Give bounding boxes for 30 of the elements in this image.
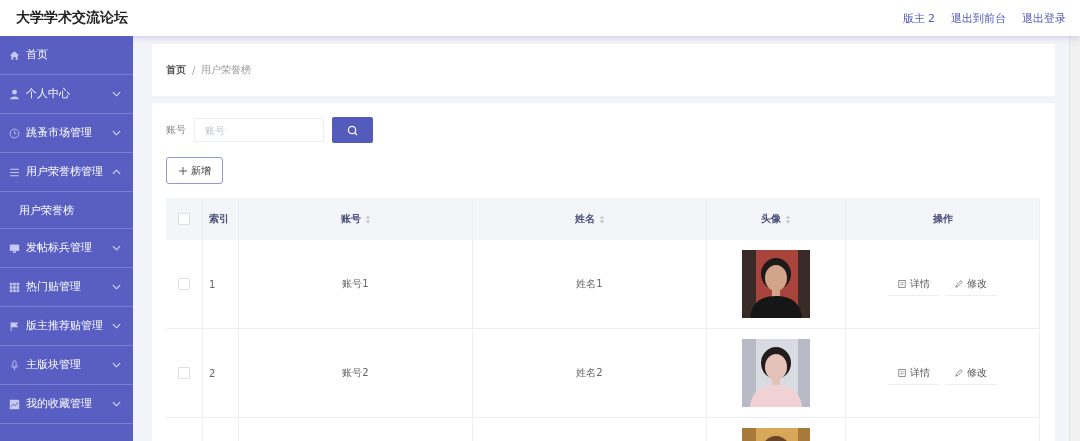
header-link[interactable]: 退出到前台 xyxy=(951,10,1006,26)
header-link[interactable]: 版主 2 xyxy=(902,10,935,26)
table-cell: 2 xyxy=(209,367,216,379)
sidebar-item[interactable]: 版主推荐贴管理 xyxy=(0,307,133,346)
sidebar-item[interactable]: 跳蚤市场管理 xyxy=(0,114,133,153)
breadcrumb-link[interactable]: 首页 xyxy=(166,63,186,77)
column-header: 姓名 xyxy=(472,198,707,240)
column-header: 操作 xyxy=(845,198,1040,240)
breadcrumb-link[interactable]: 用户荣誉榜 xyxy=(201,63,252,77)
table-cell: 1 xyxy=(209,278,216,290)
table-cell: 姓名2 xyxy=(576,367,603,378)
sidebar-item[interactable]: 首页 xyxy=(0,36,133,75)
sidebar-item[interactable]: 主版块管理 xyxy=(0,346,133,385)
table-cell: 姓名1 xyxy=(576,278,603,289)
sidebar-item[interactable]: 用户荣誉榜管理 xyxy=(0,153,133,192)
sidebar-subitem[interactable]: 用户荣誉榜 xyxy=(0,192,133,229)
breadcrumb-separator: / xyxy=(192,64,196,76)
table-cell: 账号1 xyxy=(342,278,369,289)
sidebar-item[interactable]: 发帖标兵管理 xyxy=(0,229,133,268)
column-header: 头像 xyxy=(706,198,846,240)
sidebar-item[interactable]: 我的收藏管理 xyxy=(0,385,133,424)
column-header: 账号 xyxy=(238,198,473,240)
search-label: 账号 xyxy=(166,123,186,137)
header-link[interactable]: 退出登录 xyxy=(1022,10,1066,26)
site-title: 大学学术交流论坛 xyxy=(16,9,128,27)
table-cell: 账号2 xyxy=(342,367,369,378)
add-button[interactable]: 新增 xyxy=(166,157,223,184)
sidebar-item[interactable]: 个人中心 xyxy=(0,75,133,114)
column-header: 索引 xyxy=(202,198,239,240)
sidebar-item[interactable]: 热门贴管理 xyxy=(0,268,133,307)
